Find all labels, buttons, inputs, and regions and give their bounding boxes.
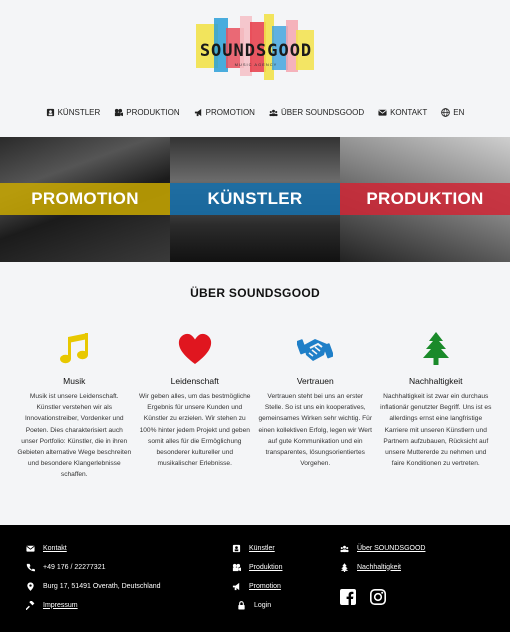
produktion-banner: PRODUKTION bbox=[340, 183, 510, 215]
facebook-icon[interactable] bbox=[340, 589, 356, 605]
footer-about-column: Über SOUNDSGOOD Nachhaltigkeit bbox=[340, 543, 425, 605]
site-footer: Kontakt +49 176 / 22277321 Burg 17, 5149… bbox=[0, 525, 510, 632]
megaphone-icon bbox=[232, 582, 240, 590]
logo-wordmark: SOUNDSGOOD bbox=[199, 41, 313, 61]
footer-promotion-link[interactable]: Promotion bbox=[249, 583, 281, 590]
music-note-icon bbox=[60, 333, 89, 364]
nav-kuenstler-label: KÜNSTLER bbox=[57, 108, 101, 117]
envelope-icon bbox=[26, 545, 35, 552]
main-nav: KÜNSTLER PRODUKTION PROMOTION ÜBER SOUND… bbox=[0, 108, 510, 117]
production-icon bbox=[232, 563, 241, 571]
handshake-icon bbox=[297, 339, 334, 361]
feature-musik-title: Musik bbox=[63, 376, 86, 386]
nav-ueber-label: ÜBER SOUNDSGOOD bbox=[280, 108, 365, 117]
phone-icon bbox=[26, 563, 35, 571]
nav-kuenstler[interactable]: KÜNSTLER bbox=[46, 108, 101, 117]
production-icon bbox=[115, 108, 124, 117]
social-links bbox=[340, 589, 425, 605]
gavel-icon bbox=[26, 600, 35, 610]
feature-leidenschaft-text: Wir geben alles, um das bestmögliche Erg… bbox=[139, 393, 251, 468]
nav-produktion-label: PRODUKTION bbox=[126, 108, 180, 117]
artist-icon bbox=[46, 108, 54, 117]
hero-panel-promotion[interactable]: PROMOTION bbox=[0, 137, 170, 262]
footer-nachhaltigkeit-link[interactable]: Nachhaltigkeit bbox=[357, 564, 401, 571]
nav-ueber[interactable]: ÜBER SOUNDSGOOD bbox=[269, 108, 364, 117]
group-icon bbox=[340, 545, 349, 552]
feature-nachhaltigkeit: Nachhaltigkeit Nachhaltigkeit ist zwar e… bbox=[376, 331, 497, 481]
feature-nachhaltigkeit-title: Nachhaltigkeit bbox=[409, 376, 463, 386]
hero-panel-produktion[interactable]: PRODUKTION bbox=[340, 137, 510, 262]
footer-produktion-link[interactable]: Produktion bbox=[249, 564, 282, 571]
feature-musik-text: Musik ist unsere Leidenschaft. Künstler … bbox=[17, 393, 132, 479]
footer-phone-row: +49 176 / 22277321 bbox=[26, 562, 161, 572]
lock-icon bbox=[238, 600, 245, 610]
nav-kontakt[interactable]: KONTAKT bbox=[378, 108, 427, 117]
nav-language-label: EN bbox=[453, 108, 465, 117]
footer-login-link[interactable]: Login bbox=[254, 602, 271, 609]
footer-address: Burg 17, 51491 Overath, Deutschland bbox=[43, 582, 161, 590]
footer-address-row: Burg 17, 51491 Overath, Deutschland bbox=[26, 581, 161, 591]
footer-about-row[interactable]: Über SOUNDSGOOD bbox=[340, 543, 425, 553]
footer-about-link[interactable]: Über SOUNDSGOOD bbox=[357, 545, 425, 552]
footer-nachhaltigkeit-row[interactable]: Nachhaltigkeit bbox=[340, 562, 425, 572]
brand-logo[interactable]: SOUNDSGOOD MUSIC AGENCY bbox=[190, 14, 322, 82]
footer-kuenstler-link[interactable]: Künstler bbox=[249, 545, 275, 552]
footer-login-row[interactable]: Login bbox=[232, 600, 282, 610]
footer-produktion-row[interactable]: Produktion bbox=[232, 562, 282, 572]
feature-leidenschaft: Leidenschaft Wir geben alles, um das bes… bbox=[135, 331, 256, 481]
footer-contact-column: Kontakt +49 176 / 22277321 Burg 17, 5149… bbox=[26, 543, 161, 610]
hero-section: PROMOTION KÜNSTLER PRODUKTION bbox=[0, 137, 510, 262]
footer-kontakt-link[interactable]: Kontakt bbox=[43, 545, 67, 552]
features-row: Musik Musik ist unsere Leidenschaft. Kün… bbox=[14, 331, 496, 481]
feature-vertrauen-title: Vertrauen bbox=[296, 376, 334, 386]
about-title: ÜBER SOUNDSGOOD bbox=[190, 286, 320, 300]
nav-promotion-label: PROMOTION bbox=[205, 108, 255, 117]
hero-panel-kuenstler[interactable]: KÜNSTLER bbox=[170, 137, 340, 262]
envelope-icon bbox=[378, 109, 387, 116]
footer-kontakt-row[interactable]: Kontakt bbox=[26, 543, 161, 553]
nav-language[interactable]: EN bbox=[441, 108, 464, 117]
nav-kontakt-label: KONTAKT bbox=[390, 108, 428, 117]
footer-promotion-row[interactable]: Promotion bbox=[232, 581, 282, 591]
logo-tagline: MUSIC AGENCY bbox=[234, 62, 278, 67]
feature-nachhaltigkeit-text: Nachhaltigkeit ist zwar ein durchaus inf… bbox=[380, 393, 492, 468]
tree-icon bbox=[422, 332, 449, 365]
nav-promotion[interactable]: PROMOTION bbox=[194, 108, 255, 117]
megaphone-icon bbox=[194, 108, 201, 117]
globe-icon bbox=[441, 108, 451, 117]
nav-produktion[interactable]: PRODUKTION bbox=[114, 108, 180, 117]
footer-links-column: Künstler Produktion Promotion Login bbox=[232, 543, 282, 610]
feature-leidenschaft-title: Leidenschaft bbox=[170, 376, 219, 386]
map-pin-icon bbox=[27, 581, 34, 591]
instagram-icon[interactable] bbox=[370, 589, 386, 605]
tree-icon bbox=[340, 562, 349, 572]
feature-vertrauen: Vertrauen Vertrauen steht bei uns an ers… bbox=[255, 331, 376, 481]
footer-phone: +49 176 / 22277321 bbox=[43, 563, 106, 571]
kuenstler-banner: KÜNSTLER bbox=[170, 183, 340, 215]
feature-vertrauen-text: Vertrauen steht bei uns an erster Stelle… bbox=[258, 393, 373, 468]
feature-musik: Musik Musik ist unsere Leidenschaft. Kün… bbox=[14, 331, 135, 481]
group-icon bbox=[269, 109, 278, 117]
heart-icon bbox=[178, 333, 211, 364]
footer-kuenstler-row[interactable]: Künstler bbox=[232, 543, 282, 553]
footer-impressum-link[interactable]: Impressum bbox=[43, 602, 78, 609]
promotion-banner: PROMOTION bbox=[0, 183, 170, 215]
footer-impressum-row[interactable]: Impressum bbox=[26, 600, 161, 610]
artist-icon bbox=[232, 544, 241, 552]
